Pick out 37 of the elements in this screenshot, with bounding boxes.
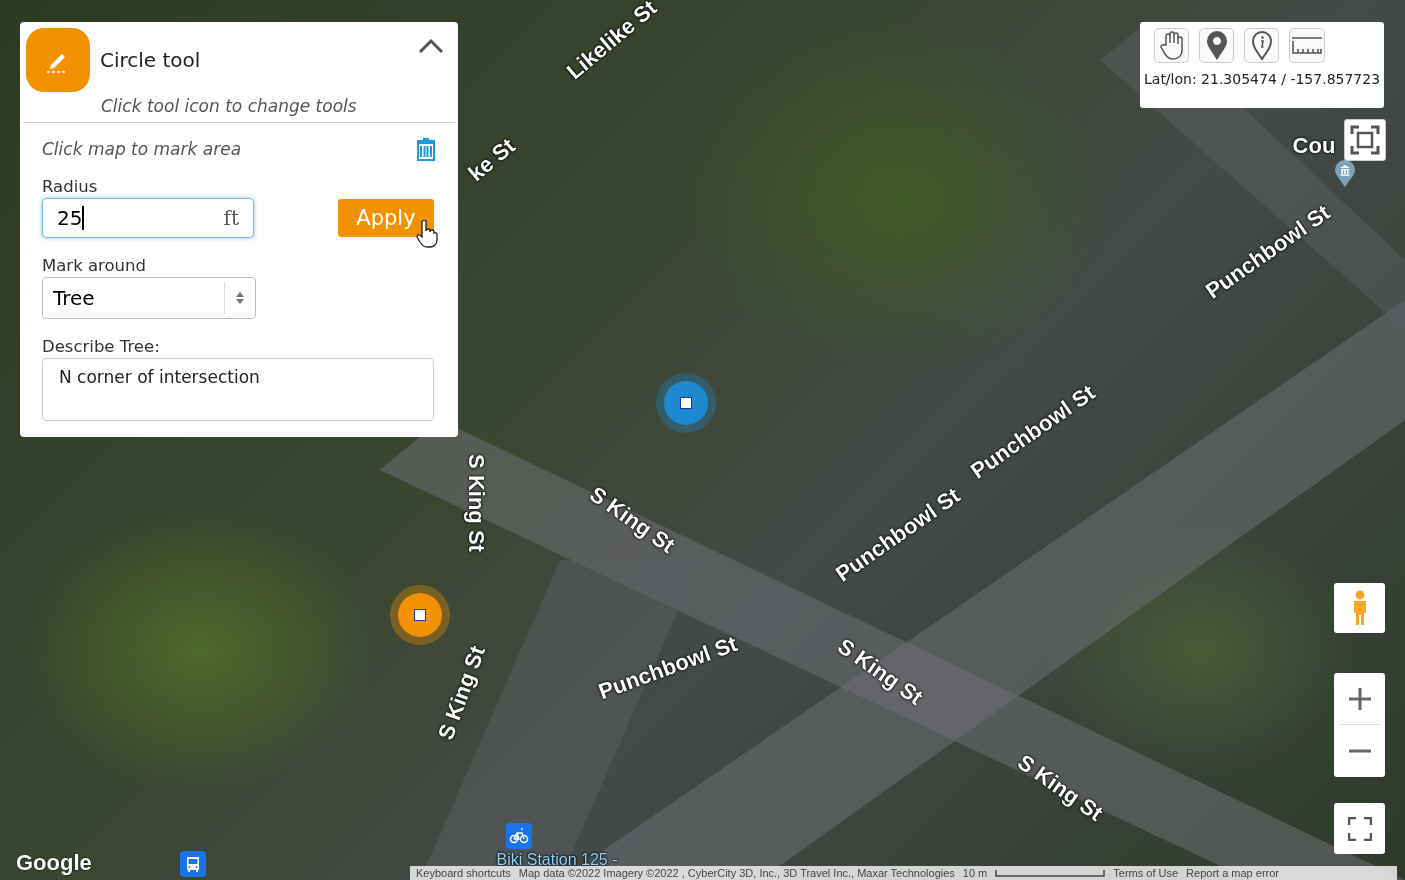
description-field[interactable]: N corner of intersection: [42, 358, 434, 421]
instruction-text: Click map to mark area: [42, 139, 242, 159]
circle-marker[interactable]: [664, 381, 708, 425]
describe-label: Describe Tree:: [42, 337, 161, 356]
scale-bar-icon: [995, 869, 1106, 877]
hand-icon[interactable]: [1154, 28, 1189, 63]
mark-around-label: Mark around: [42, 256, 147, 275]
fullscreen-icon[interactable]: [1334, 803, 1385, 854]
bicycle-icon: [506, 823, 532, 849]
info-pin-icon[interactable]: [1244, 28, 1279, 63]
trash-icon[interactable]: [416, 137, 436, 161]
scale-label: 10 m: [962, 867, 988, 879]
radius-field[interactable]: 25 ft: [42, 198, 254, 238]
museum-pin-icon: [1334, 160, 1356, 188]
radius-label: Radius: [42, 177, 99, 196]
ruler-icon[interactable]: [1289, 28, 1325, 63]
attribution-text[interactable]: Report a map error: [1186, 867, 1280, 879]
collapse-chevron-icon[interactable]: [418, 38, 444, 54]
circle-marker[interactable]: [398, 593, 442, 637]
bus-stop-icon: [180, 851, 206, 877]
attribution-text[interactable]: Keyboard shortcuts: [416, 867, 511, 879]
street-label: Cou: [1292, 133, 1336, 159]
street-label: S King St: [433, 642, 491, 744]
panel-title: Circle tool: [100, 48, 202, 72]
map-logo: Google: [16, 850, 92, 876]
mark-around-select[interactable]: Tree: [42, 277, 256, 319]
hand-cursor-icon: [416, 220, 438, 248]
attribution-text[interactable]: Terms of Use: [1113, 867, 1179, 879]
coordinates-text: Lat/lon: 21.305474 / -157.857723: [1144, 71, 1381, 87]
focus-frame-icon[interactable]: [1344, 119, 1386, 161]
attribution-text: Map data ©2022 Imagery ©2022 , CyberCity 3D, Inc., 3D Travel Inc., Maxar Technologies: [518, 867, 955, 879]
street-label: ke St: [463, 133, 521, 187]
street-label: S King St: [463, 454, 489, 552]
map-pin-icon[interactable]: [1199, 28, 1234, 63]
tool-hint: Click tool icon to change tools: [23, 92, 455, 123]
street-label: Biki Station 125 -: [496, 851, 618, 869]
sort-arrows-icon: [235, 291, 245, 305]
